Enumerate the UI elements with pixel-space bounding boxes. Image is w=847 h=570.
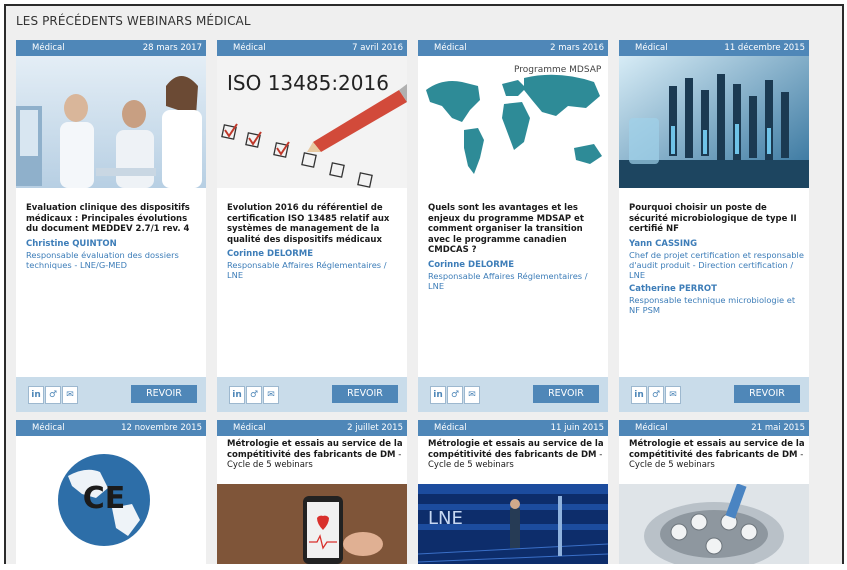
card-category: Médical	[233, 43, 266, 53]
card-footer: in ♂ ✉ REVOIR	[217, 377, 407, 412]
card-footer: in ♂ ✉ REVOIR	[16, 377, 206, 412]
card-category: Médical	[635, 43, 668, 53]
share-icon[interactable]: ♂	[648, 386, 664, 404]
webinar-card[interactable]: Médical 11 décembre 2015 Pourquoi choisi…	[619, 40, 809, 412]
webinar-card[interactable]: Médical 21 mai 2015 Métrologie et essais…	[619, 420, 809, 570]
webinar-card[interactable]: Médical 7 avril 2016 ISO 13485:2016 Evol…	[217, 40, 407, 412]
iso-image-text: ISO 13485:2016	[227, 71, 389, 95]
card-thumbnail[interactable]: ISO 13485:2016	[217, 56, 407, 188]
anechoic-chamber-photo[interactable]: LNE	[418, 484, 608, 564]
card-body: Quels sont les avantages et les enjeux d…	[428, 203, 604, 291]
speaker-name: Corinne DELORME	[428, 259, 515, 270]
card-header: Médical 28 mars 2017	[16, 40, 206, 56]
linkedin-icon[interactable]: in	[229, 386, 245, 404]
ce-globe-image[interactable]: CE	[16, 436, 206, 566]
speaker-name: Corinne DELORME	[227, 249, 314, 259]
card-category: Médical	[32, 423, 65, 433]
share-icon[interactable]: ♂	[45, 386, 61, 404]
card-body: Métrologie et essais au service de la co…	[428, 439, 604, 471]
card-date: 11 juin 2015	[550, 423, 604, 433]
card-title[interactable]: Quels sont les avantages et les enjeux d…	[428, 203, 604, 256]
card-category: Médical	[233, 423, 266, 433]
phone-heartbeat-photo[interactable]	[217, 484, 407, 564]
card-category: Médical	[32, 43, 65, 53]
linkedin-icon[interactable]: in	[631, 386, 647, 404]
card-title[interactable]: Evaluation clinique des dispositifs médi…	[26, 203, 202, 235]
card-body: Evolution 2016 du référentiel de certifi…	[227, 203, 403, 280]
linkedin-icon[interactable]: in	[28, 386, 44, 404]
card-header: Médical 7 avril 2016	[217, 40, 407, 56]
speaker-name: Catherine PERROT	[629, 283, 717, 294]
mdsap-image-text: Programme MDSAP	[514, 65, 602, 75]
webinar-card[interactable]: Médical 28 mars 2017 Evaluation clinique…	[16, 40, 206, 412]
revoir-button[interactable]: REVOIR	[131, 385, 197, 403]
card-date: 11 décembre 2015	[724, 43, 805, 53]
mail-icon[interactable]: ✉	[464, 386, 480, 404]
speaker-role: Responsable évaluation des dossiers tech…	[26, 249, 179, 270]
lne-image-text: LNE	[428, 508, 463, 529]
card-header: Médical 12 novembre 2015	[16, 420, 206, 436]
share-icon[interactable]: ♂	[246, 386, 262, 404]
iso-checklist-photo: ISO 13485:2016	[217, 56, 407, 188]
card-body: Métrologie et essais au service de la co…	[227, 439, 403, 471]
card-header: Médical 11 juin 2015	[418, 420, 608, 436]
webinar-page: LES PRÉCÉDENTS WEBINARS MÉDICAL Médical …	[4, 4, 844, 570]
card-date: 7 avril 2016	[352, 43, 403, 53]
world-map-image: Programme MDSAP	[418, 56, 608, 188]
card-body: Pourquoi choisir un poste de sécurité mi…	[629, 203, 805, 315]
speaker-role: Chef de projet certification et responsa…	[629, 249, 804, 280]
ce-image-text: CE	[83, 481, 126, 516]
speaker-name: Christine QUINTON	[26, 238, 117, 249]
centrifuge-photo[interactable]	[619, 484, 809, 564]
card-footer: in ♂ ✉ REVOIR	[619, 377, 809, 412]
card-category: Médical	[434, 423, 467, 433]
revoir-button[interactable]: REVOIR	[734, 385, 800, 403]
webinar-card[interactable]: Médical 2 juillet 2015 Métrologie et ess…	[217, 420, 407, 570]
card-thumbnail[interactable]: Programme MDSAP	[418, 56, 608, 188]
webinar-card[interactable]: Médical 11 juin 2015 Métrologie et essai…	[418, 420, 608, 570]
mail-icon[interactable]: ✉	[665, 386, 681, 404]
lab-scientists-photo	[16, 56, 206, 188]
section-title: LES PRÉCÉDENTS WEBINARS MÉDICAL	[16, 14, 251, 28]
card-title[interactable]: Métrologie et essais au service de la co…	[227, 439, 403, 471]
mail-icon[interactable]: ✉	[62, 386, 78, 404]
card-date: 2 mars 2016	[550, 43, 604, 53]
card-header: Médical 2 mars 2016	[418, 40, 608, 56]
card-title[interactable]: Métrologie et essais au service de la co…	[428, 439, 604, 471]
card-category: Médical	[635, 423, 668, 433]
linkedin-icon[interactable]: in	[430, 386, 446, 404]
webinar-card[interactable]: Médical 12 novembre 2015 CE	[16, 420, 206, 570]
card-header: Médical 2 juillet 2015	[217, 420, 407, 436]
card-title[interactable]: Métrologie et essais au service de la co…	[629, 439, 805, 471]
speaker-role: Responsable technique microbiologie et N…	[629, 294, 796, 315]
mail-icon[interactable]: ✉	[263, 386, 279, 404]
lab-tubes-photo	[619, 56, 809, 188]
card-body: Evaluation clinique des dispositifs médi…	[26, 203, 202, 270]
card-date: 2 juillet 2015	[347, 423, 403, 433]
card-header: Médical 21 mai 2015	[619, 420, 809, 436]
card-date: 28 mars 2017	[142, 43, 202, 53]
card-body: Métrologie et essais au service de la co…	[629, 439, 805, 471]
card-thumbnail[interactable]	[619, 56, 809, 188]
webinar-card[interactable]: Médical 2 mars 2016 Programme MDSAP Quel…	[418, 40, 608, 412]
card-date: 21 mai 2015	[751, 423, 805, 433]
card-category: Médical	[434, 43, 467, 53]
card-header: Médical 11 décembre 2015	[619, 40, 809, 56]
speaker-role: Responsable Affaires Réglementaires / LN…	[428, 270, 588, 291]
revoir-button[interactable]: REVOIR	[332, 385, 398, 403]
card-thumbnail[interactable]	[16, 56, 206, 188]
share-icon[interactable]: ♂	[447, 386, 463, 404]
speaker-name: Yann CASSING	[629, 238, 698, 249]
card-title[interactable]: Pourquoi choisir un poste de sécurité mi…	[629, 203, 805, 235]
card-date: 12 novembre 2015	[121, 423, 202, 433]
card-title[interactable]: Evolution 2016 du référentiel de certifi…	[227, 203, 403, 245]
revoir-button[interactable]: REVOIR	[533, 385, 599, 403]
card-footer: in ♂ ✉ REVOIR	[418, 377, 608, 412]
speaker-role: Responsable Affaires Réglementaires / LN…	[227, 260, 387, 280]
